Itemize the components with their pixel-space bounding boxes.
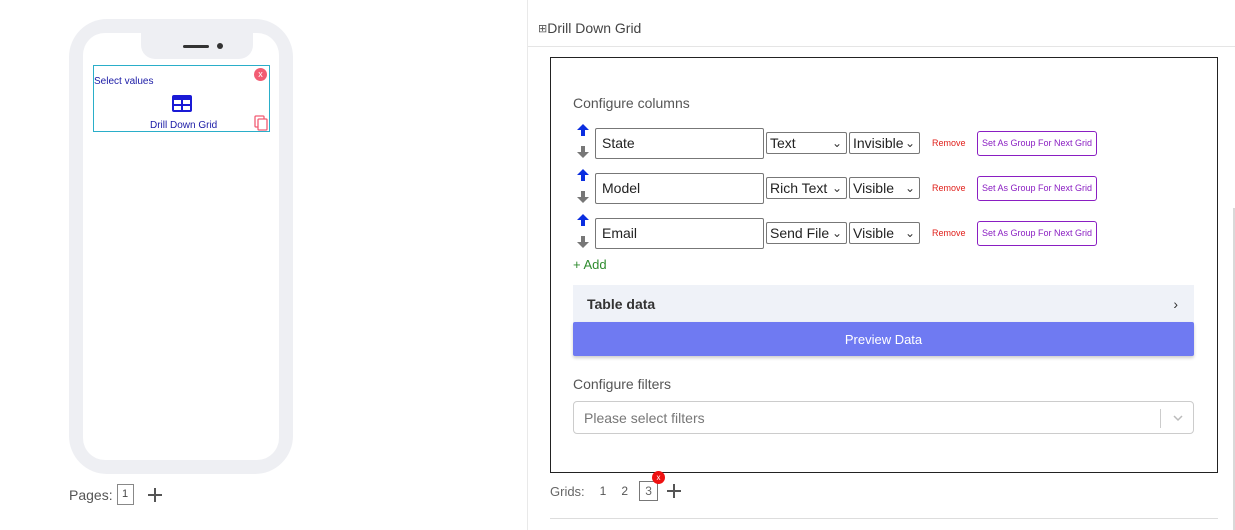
column-name-input[interactable] bbox=[595, 172, 764, 204]
grids-label: Grids: bbox=[550, 483, 585, 499]
grid-header-icon: ⊞ bbox=[538, 22, 548, 35]
phone-screen: Select values x Drill Down Grid bbox=[83, 32, 279, 460]
set-group-button[interactable]: Set As Group For Next Grid bbox=[977, 130, 1098, 156]
column-type-select[interactable]: Send File ⌄ bbox=[766, 222, 847, 244]
column-visibility-value: Visible bbox=[853, 180, 894, 196]
pages-label: Pages: bbox=[69, 486, 113, 503]
table-grid-icon bbox=[172, 95, 192, 112]
reorder-arrows bbox=[573, 213, 595, 253]
chevron-down-icon: ⌄ bbox=[831, 181, 842, 195]
column-name-input[interactable] bbox=[595, 127, 764, 159]
grid-3-label: 3 bbox=[645, 484, 652, 498]
column-type-select[interactable]: Text ⌄ bbox=[766, 132, 847, 154]
arrow-down-icon[interactable] bbox=[576, 190, 590, 204]
grid-3-button[interactable]: 3 x bbox=[639, 471, 666, 501]
column-visibility-value: Invisible bbox=[853, 135, 904, 151]
filter-separator bbox=[1160, 409, 1161, 428]
column-type-value: Rich Text bbox=[770, 180, 828, 196]
widget-close-button[interactable]: x bbox=[254, 68, 267, 81]
column-visibility-value: Visible bbox=[853, 225, 894, 241]
widget-label: Select values bbox=[94, 76, 154, 87]
add-page-plus-icon[interactable] bbox=[147, 487, 162, 502]
remove-grid-close-icon[interactable]: x bbox=[652, 471, 666, 484]
column-visibility-select[interactable]: Visible ⌄ bbox=[849, 177, 920, 199]
chevron-down-icon: ⌄ bbox=[904, 181, 915, 195]
phone-speaker bbox=[183, 45, 209, 48]
column-row: Rich Text ⌄ Visible ⌄ Remove Set As Grou… bbox=[573, 169, 1098, 204]
reorder-arrows bbox=[573, 123, 595, 163]
chevron-down-icon: ⌄ bbox=[831, 136, 842, 150]
pages-bar: Pages: 1 bbox=[69, 484, 162, 505]
bottom-divider bbox=[550, 518, 1218, 519]
column-visibility-select[interactable]: Invisible ⌄ bbox=[849, 132, 920, 154]
chevron-down-icon: ⌄ bbox=[904, 136, 915, 150]
filters-placeholder: Please select filters bbox=[584, 409, 705, 426]
arrow-down-icon[interactable] bbox=[576, 145, 590, 159]
panel-title: Drill Down Grid bbox=[547, 20, 642, 36]
add-column-link[interactable]: + Add bbox=[573, 257, 607, 272]
grid-config-box: Configure columns Text ⌄ Invisible ⌄ Rem… bbox=[550, 57, 1218, 473]
header-divider bbox=[528, 46, 1235, 47]
widget-title: Drill Down Grid bbox=[150, 120, 218, 131]
column-type-select[interactable]: Rich Text ⌄ bbox=[766, 177, 847, 199]
set-group-button[interactable]: Set As Group For Next Grid bbox=[977, 220, 1098, 246]
arrow-up-icon[interactable] bbox=[576, 213, 590, 227]
column-type-value: Text bbox=[770, 135, 796, 151]
configure-columns-title: Configure columns bbox=[573, 95, 690, 111]
arrow-up-icon[interactable] bbox=[576, 123, 590, 137]
grid-2-button[interactable]: 2 bbox=[621, 484, 628, 498]
remove-column-link[interactable]: Remove bbox=[932, 183, 966, 193]
remove-column-link[interactable]: Remove bbox=[932, 138, 966, 148]
chevron-down-icon: ⌄ bbox=[831, 226, 842, 240]
page-1-button[interactable]: 1 bbox=[116, 484, 134, 505]
column-name-input[interactable] bbox=[595, 217, 764, 249]
phone-preview: Select values x Drill Down Grid bbox=[69, 19, 293, 474]
panel-divider bbox=[527, 0, 528, 530]
drill-down-grid-widget[interactable]: Select values x Drill Down Grid bbox=[93, 65, 270, 132]
arrow-down-icon[interactable] bbox=[576, 235, 590, 249]
grids-bar: Grids: 1 2 3 x bbox=[550, 471, 682, 501]
column-type-value: Send File bbox=[770, 225, 830, 241]
preview-data-button[interactable]: Preview Data bbox=[573, 322, 1194, 356]
copy-icon[interactable] bbox=[254, 115, 268, 131]
column-visibility-select[interactable]: Visible ⌄ bbox=[849, 222, 920, 244]
filters-select[interactable]: Please select filters bbox=[573, 401, 1194, 434]
phone-notch bbox=[141, 32, 253, 59]
set-group-button[interactable]: Set As Group For Next Grid bbox=[977, 175, 1098, 201]
chevron-right-icon: › bbox=[1173, 296, 1178, 312]
table-data-label: Table data bbox=[587, 296, 656, 312]
add-grid-plus-icon[interactable] bbox=[667, 484, 682, 498]
phone-camera bbox=[217, 43, 223, 49]
remove-column-link[interactable]: Remove bbox=[932, 228, 966, 238]
reorder-arrows bbox=[573, 168, 595, 208]
arrow-up-icon[interactable] bbox=[576, 168, 590, 182]
grid-1-button[interactable]: 1 bbox=[600, 484, 607, 498]
chevron-down-icon bbox=[1173, 415, 1183, 422]
column-row: Send File ⌄ Visible ⌄ Remove Set As Grou… bbox=[573, 214, 1098, 249]
column-row: Text ⌄ Invisible ⌄ Remove Set As Group F… bbox=[573, 124, 1098, 159]
table-data-accordion[interactable]: Table data › bbox=[573, 285, 1194, 323]
chevron-down-icon: ⌄ bbox=[904, 226, 915, 240]
panel-header: ⊞ Drill Down Grid bbox=[538, 20, 641, 36]
configure-filters-title: Configure filters bbox=[573, 376, 672, 392]
